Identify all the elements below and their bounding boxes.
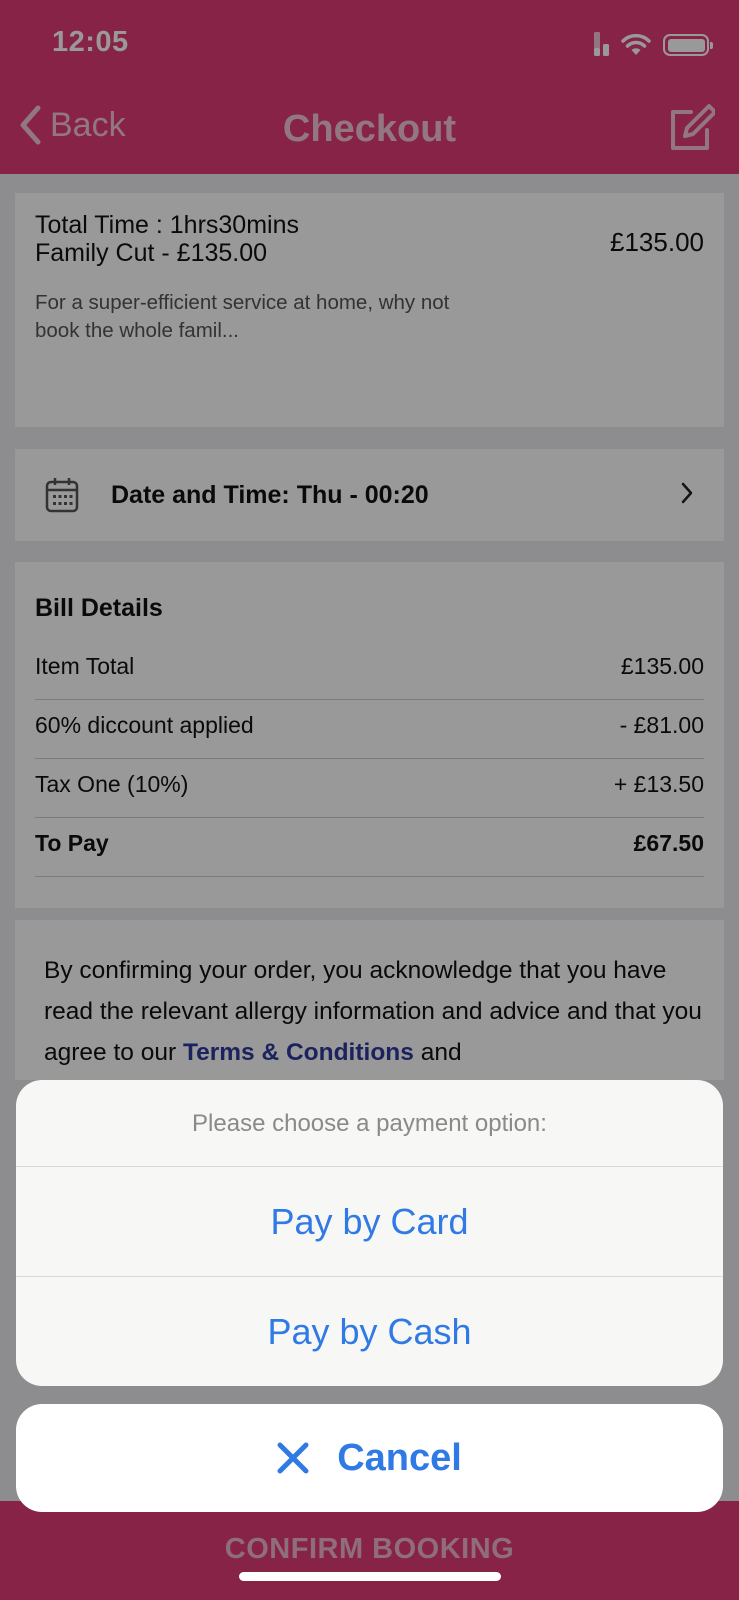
pay-by-card-button[interactable]: Pay by Card <box>16 1167 723 1277</box>
action-sheet-title: Please choose a payment option: <box>16 1080 723 1167</box>
home-indicator[interactable] <box>239 1572 501 1581</box>
close-icon <box>277 1442 309 1474</box>
cancel-label: Cancel <box>337 1436 462 1479</box>
cancel-button[interactable]: Cancel <box>16 1404 723 1512</box>
payment-action-sheet: Please choose a payment option: Pay by C… <box>16 1080 723 1386</box>
pay-by-cash-button[interactable]: Pay by Cash <box>16 1277 723 1386</box>
